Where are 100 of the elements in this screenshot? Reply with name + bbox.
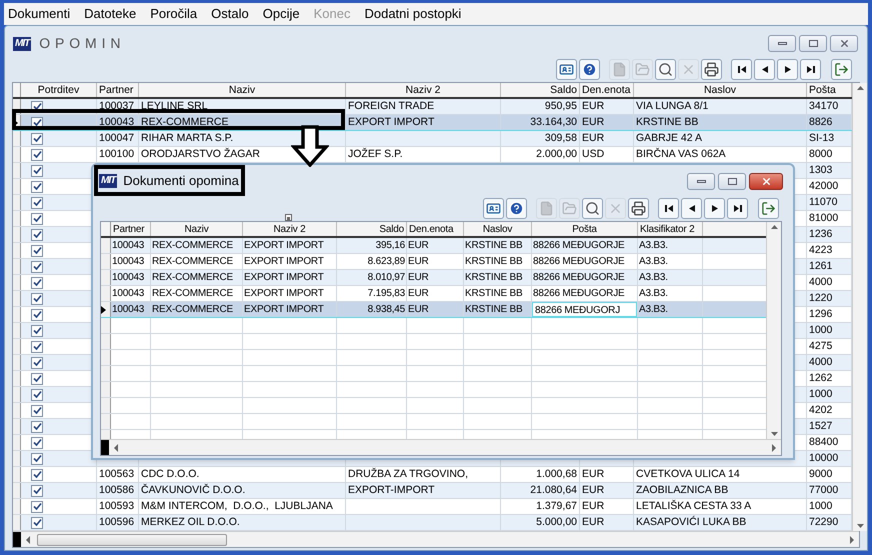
help-button[interactable]	[579, 58, 600, 80]
table-cell: 8826	[809, 116, 832, 128]
first-record-button[interactable]	[731, 58, 752, 80]
menu-item[interactable]: Ostalo	[211, 4, 249, 24]
table-row[interactable]: 100037 LEYLINE SRL FOREIGN TRADE 950,95 EUR VIA LUNGA 8/1 34170	[13, 99, 852, 115]
exit-button[interactable]	[758, 198, 779, 218]
search-icon	[658, 62, 673, 76]
table-cell: EUR	[582, 100, 604, 112]
column-header[interactable]: Naziv	[151, 222, 243, 236]
last-record-button[interactable]	[800, 58, 821, 80]
column-header[interactable]: Naslov	[464, 222, 532, 236]
checkbox[interactable]	[31, 276, 43, 288]
menu-item[interactable]: Poročila	[150, 4, 198, 24]
vertical-scrollbar[interactable]	[766, 222, 781, 439]
checkbox[interactable]	[31, 356, 43, 368]
scroll-down-icon[interactable]	[856, 524, 864, 528]
id-card-icon	[486, 200, 501, 216]
previous-button[interactable]	[754, 58, 775, 80]
restore-button[interactable]	[718, 172, 746, 190]
column-header[interactable]: Naziv 2	[346, 83, 501, 97]
menu-item[interactable]: Dodatni postopki	[364, 4, 462, 24]
column-header[interactable]: Saldo	[501, 83, 580, 97]
exit-button[interactable]	[831, 58, 852, 80]
table-row[interactable]: 100043 REX-COMMERCE EXPORT IMPORT 8.010,97 EUR KRSTINE BB 88266 MEĐUGORJE A3.B3.	[101, 270, 766, 286]
table-cell: KASAPOVIĆI LUKA BB	[636, 516, 746, 528]
checkbox[interactable]	[31, 292, 43, 304]
close-button[interactable]	[830, 35, 858, 52]
column-header[interactable]: Naslov	[634, 83, 807, 97]
checkbox[interactable]	[31, 388, 43, 400]
last-record-button[interactable]	[727, 198, 748, 218]
next-button[interactable]	[777, 58, 798, 80]
checkbox[interactable]	[31, 324, 43, 336]
checkbox[interactable]	[31, 228, 43, 240]
id-card-button[interactable]	[483, 198, 504, 218]
checkbox[interactable]	[31, 164, 43, 176]
checkbox[interactable]	[31, 516, 43, 528]
next-button[interactable]	[704, 198, 725, 218]
menu-item[interactable]: Dokumenti	[8, 4, 70, 24]
column-header[interactable]: Pošta	[532, 222, 638, 236]
scroll-up-icon[interactable]	[770, 225, 778, 229]
checkbox[interactable]	[31, 212, 43, 224]
table-row[interactable]: 100043 REX-COMMERCE EXPORT IMPORT 7.195,83 EUR KRSTINE BB 88266 MEĐUGORJE A3.B3.	[101, 286, 766, 302]
row-pointer-icon	[13, 118, 18, 126]
column-header[interactable]: Saldo	[337, 222, 407, 236]
edit-field[interactable]: 88266 MEĐUGORJ	[532, 302, 637, 317]
scroll-up-icon[interactable]	[856, 86, 864, 90]
menu-item[interactable]: Datoteke	[84, 4, 136, 24]
horizontal-scrollbar[interactable]	[101, 439, 781, 455]
column-header[interactable]: Naziv	[139, 83, 346, 97]
table-row[interactable]: 100596 MERKEZ OIL D.O.O. 5.000,00 EUR KASAPOVIĆI LUKA BB 72290	[13, 515, 852, 531]
id-card-button[interactable]	[556, 58, 577, 80]
table-row[interactable]: 100043 REX-COMMERCE EXPORT IMPORT 395,16 EUR KRSTINE BB 88266 MEĐUGORJE A3.B3.	[101, 238, 766, 254]
checkbox[interactable]	[31, 196, 43, 208]
search-button[interactable]	[655, 58, 676, 80]
print-button[interactable]	[628, 198, 649, 218]
checkbox[interactable]	[31, 452, 43, 464]
minimize-button[interactable]	[687, 172, 715, 190]
table-row[interactable]: 100563 CDC D.O.O. DRUŽBA ZA TRGOVINO, 1.000,68 EUR CVETKOVA ULICA 14 9000	[13, 467, 852, 483]
checkbox[interactable]	[31, 132, 43, 144]
checkbox[interactable]	[31, 404, 43, 416]
print-button[interactable]	[701, 58, 722, 80]
table-row[interactable]: 100100 ORODJARSTVO ŽAGAR JOŽEF S.P. 2.000,00 USD BIRČNA VAS 062A 8000	[13, 147, 852, 163]
checkbox[interactable]	[31, 484, 43, 496]
column-header[interactable]: Klasifikator 2	[638, 222, 703, 236]
table-row[interactable]: 100593 M&M INTERCOM, D.O.O., LJUBLJANA 1.379,67 EUR LETALIŠKA CESTA 33 A 1000	[13, 499, 852, 515]
table-row[interactable]: 100043 REX-COMMERCE EXPORT IMPORT 8.623,89 EUR KRSTINE BB 88266 MEĐUGORJE A3.B3.	[101, 254, 766, 270]
row-header[interactable]	[101, 302, 111, 317]
checkbox[interactable]	[31, 148, 43, 160]
checkbox[interactable]	[31, 436, 43, 448]
table-row[interactable]: 100586 ČAVKUNOVIČ D.O.O. EXPORT-IMPORT 21.080,64 EUR ZAOBILAZNICA BB 77000	[13, 483, 852, 499]
close-button[interactable]	[749, 172, 783, 190]
vertical-scrollbar[interactable]	[852, 83, 867, 531]
checkbox[interactable]	[31, 372, 43, 384]
column-header[interactable]: Partner	[111, 222, 151, 236]
restore-button[interactable]	[799, 35, 827, 52]
table-row[interactable]: 100043 REX-COMMERCE EXPORT IMPORT 8.938,45 EUR KRSTINE BB 88266 MEĐUGORJ A3.B3.	[101, 302, 766, 318]
first-record-button[interactable]	[658, 198, 679, 218]
checkbox[interactable]	[31, 340, 43, 352]
horizontal-scrollbar[interactable]	[13, 531, 859, 547]
table-cell: EUR	[408, 240, 429, 251]
checkbox[interactable]	[31, 180, 43, 192]
checkbox[interactable]	[31, 244, 43, 256]
column-header[interactable]: Partner	[97, 83, 139, 97]
checkbox[interactable]	[31, 308, 43, 320]
minimize-button[interactable]	[768, 35, 796, 52]
column-header[interactable]: Potrditev	[21, 83, 97, 97]
menu-item[interactable]: Opcije	[262, 4, 300, 24]
checkbox[interactable]	[31, 468, 43, 480]
search-button[interactable]	[582, 198, 603, 218]
column-header[interactable]: Naziv 2	[243, 222, 337, 236]
checkbox[interactable]	[31, 420, 43, 432]
table-cell: BIRČNA VAS 062A	[636, 148, 726, 160]
checkbox[interactable]	[31, 500, 43, 512]
help-button[interactable]	[506, 198, 527, 218]
column-header[interactable]: Den.enota	[407, 222, 464, 236]
checkbox[interactable]	[31, 260, 43, 272]
column-header[interactable]: Den.enota	[580, 83, 634, 97]
previous-button[interactable]	[681, 198, 702, 218]
column-chooser-icon[interactable]	[285, 214, 292, 221]
table-row[interactable]: 100047 RIHAR MARTA S.P. 309,58 EUR GABRJE 42 A SI-13	[13, 131, 852, 147]
